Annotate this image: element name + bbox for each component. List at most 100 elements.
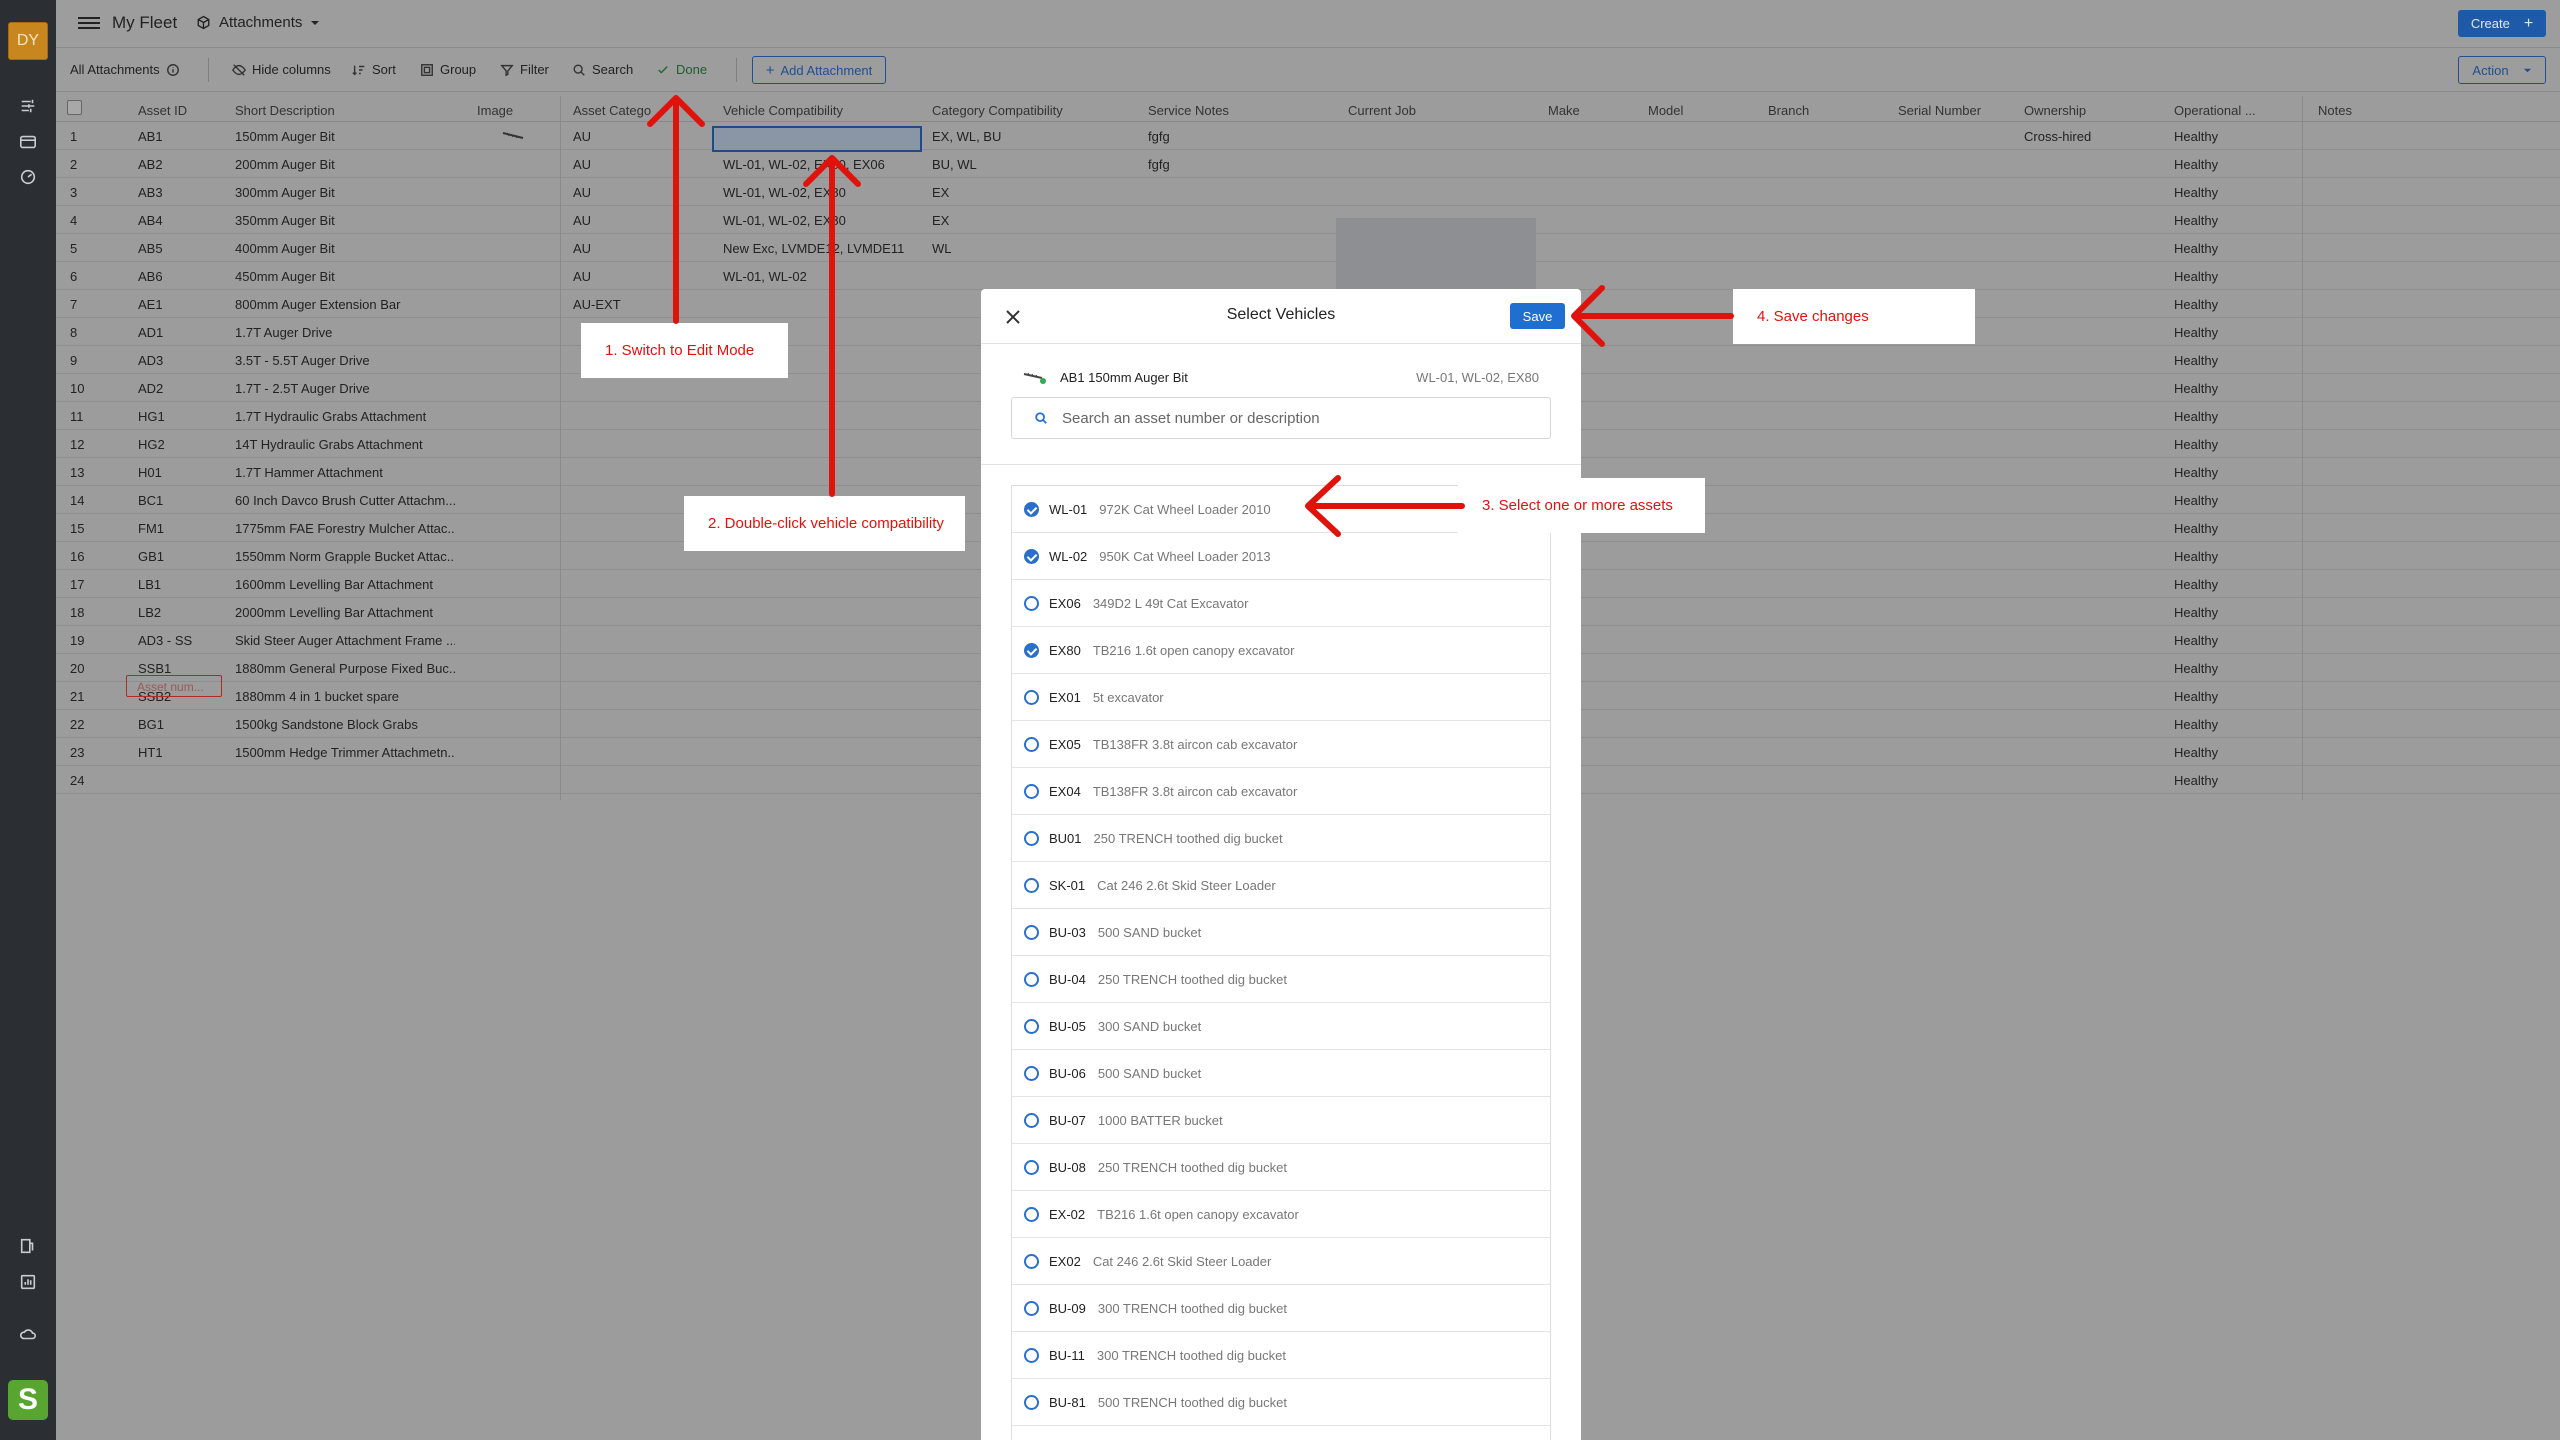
vehicle-list-item[interactable]: EX80 TB216 1.6t open canopy excavator	[1012, 627, 1550, 674]
asset-id-cell[interactable]: AD3 - SS	[138, 633, 192, 648]
vehicle-list-item[interactable]: BU-06 500 SAND bucket	[1012, 1050, 1550, 1097]
vehicle-list-item[interactable]: BU-04 250 TRENCH toothed dig bucket	[1012, 956, 1550, 1003]
asset-id-cell[interactable]: AB4	[138, 213, 163, 228]
auger-bit-thumbnail[interactable]	[502, 130, 526, 142]
gauge-icon[interactable]	[16, 165, 40, 189]
category-compatibility-cell[interactable]: EX, WL, BU	[932, 129, 1001, 144]
table-row[interactable]: 1AB1150mm Auger BitAUWL-01, WL-02, EX80E…	[56, 122, 2560, 150]
card-icon[interactable]	[16, 130, 40, 154]
category-compatibility-cell[interactable]: EX	[932, 185, 949, 200]
column-header[interactable]: Asset Catego	[573, 103, 653, 118]
operational-status-cell[interactable]: Healthy	[2174, 661, 2218, 676]
asset-id-cell[interactable]: AD1	[138, 325, 163, 340]
column-header[interactable]: Operational ...	[2174, 103, 2274, 118]
column-header[interactable]: Asset ID	[138, 103, 187, 118]
vehicle-list-item[interactable]: BU-09 300 TRENCH toothed dig bucket	[1012, 1285, 1550, 1332]
short-description-cell[interactable]: 1550mm Norm Grapple Bucket Attac...	[235, 549, 455, 564]
short-description-cell[interactable]: 400mm Auger Bit	[235, 241, 455, 256]
short-description-cell[interactable]: 1600mm Levelling Bar Attachment	[235, 577, 455, 592]
asset-id-cell[interactable]: HG2	[138, 437, 165, 452]
asset-id-cell[interactable]: BC1	[138, 493, 163, 508]
ownership-cell[interactable]: Cross-hired	[2024, 129, 2091, 144]
table-row[interactable]: 3 AB3 300mm Auger Bit AU WL-01, WL-02, EX80 E…	[56, 178, 2560, 206]
report-icon[interactable]	[16, 1270, 40, 1294]
operational-status-cell[interactable]: Healthy	[2174, 493, 2218, 508]
category-compatibility-cell[interactable]: WL	[932, 241, 952, 256]
column-header[interactable]: Make	[1548, 103, 1580, 118]
fleet-icon[interactable]	[16, 94, 40, 118]
operational-status-cell[interactable]: Healthy	[2174, 269, 2218, 284]
asset-id-cell[interactable]: AB1	[138, 129, 163, 144]
operational-status-cell[interactable]: Healthy	[2174, 185, 2218, 200]
operational-status-cell[interactable]: Healthy	[2174, 465, 2218, 480]
column-header[interactable]: Serial Number	[1898, 103, 1981, 118]
asset-id-cell[interactable]: LB1	[138, 577, 161, 592]
fuel-icon[interactable]	[16, 1234, 40, 1258]
radio-icon[interactable]	[1024, 1300, 1039, 1316]
asset-id-cell[interactable]: AB3	[138, 185, 163, 200]
vehicle-list-item[interactable]: BU-03 500 SAND bucket	[1012, 909, 1550, 956]
asset-id-cell[interactable]: LB2	[138, 605, 161, 620]
short-description-cell[interactable]: 350mm Auger Bit	[235, 213, 455, 228]
column-header[interactable]: Ownership	[2024, 103, 2086, 118]
operational-status-cell[interactable]: Healthy	[2174, 297, 2218, 312]
asset-id-cell[interactable]: H01	[138, 465, 162, 480]
new-asset-number-input[interactable]: Asset num...	[126, 675, 222, 697]
table-row[interactable]: 4 AB4 350mm Auger Bit AU WL-01, WL-02, EX80 E…	[56, 206, 2560, 234]
operational-status-cell[interactable]: Healthy	[2174, 577, 2218, 592]
radio-icon[interactable]	[1024, 783, 1039, 799]
radio-icon[interactable]	[1024, 877, 1039, 893]
operational-status-cell[interactable]: Healthy	[2174, 745, 2218, 760]
brand-logo[interactable]: S	[8, 1380, 48, 1420]
vehicle-compatibility-cell[interactable]: WL-01, WL-02, EX80, EX06	[723, 157, 919, 172]
column-header[interactable]: Short Description	[235, 103, 335, 118]
short-description-cell[interactable]: 3.5T - 5.5T Auger Drive	[235, 353, 455, 368]
asset-id-cell[interactable]: AB2	[138, 157, 163, 172]
column-header[interactable]: Model	[1648, 103, 1683, 118]
column-header[interactable]: Vehicle Compatibility	[723, 103, 843, 118]
radio-icon[interactable]	[1024, 1018, 1039, 1034]
vehicle-list-item[interactable]: SK-01 Cat 246 2.6t Skid Steer Loader	[1012, 862, 1550, 909]
radio-icon[interactable]	[1024, 1206, 1039, 1222]
operational-status-cell[interactable]: Healthy	[2174, 717, 2218, 732]
radio-icon[interactable]	[1024, 971, 1039, 987]
vehicle-list-item[interactable]: BU-11 300 TRENCH toothed dig bucket	[1012, 1332, 1550, 1379]
short-description-cell[interactable]: 150mm Auger Bit	[235, 129, 455, 144]
operational-status-cell[interactable]: Healthy	[2174, 325, 2218, 340]
menu-icon[interactable]	[78, 14, 100, 34]
short-description-cell[interactable]: 200mm Auger Bit	[235, 157, 455, 172]
group-button[interactable]: Group	[420, 62, 476, 77]
radio-icon[interactable]	[1024, 1065, 1039, 1081]
short-description-cell[interactable]: 1775mm FAE Forestry Mulcher Attac...	[235, 521, 455, 536]
asset-category-cell[interactable]: AU	[573, 185, 591, 200]
hide-columns-button[interactable]: Hide columns	[232, 62, 331, 77]
short-description-cell[interactable]: 1.7T Hammer Attachment	[235, 465, 455, 480]
radio-icon[interactable]	[1024, 1253, 1039, 1269]
asset-category-cell[interactable]: AU	[573, 129, 591, 144]
radio-icon[interactable]	[1024, 689, 1039, 705]
short-description-cell[interactable]: 1.7T - 2.5T Auger Drive	[235, 381, 455, 396]
cloud-icon[interactable]	[16, 1322, 40, 1346]
radio-icon[interactable]	[1024, 1394, 1039, 1410]
vehicle-list-item[interactable]: EX06 349D2 L 49t Cat Excavator	[1012, 580, 1550, 627]
vehicle-search[interactable]	[1011, 397, 1551, 439]
radio-icon[interactable]	[1024, 595, 1039, 611]
create-button[interactable]: Create +	[2458, 10, 2546, 37]
radio-icon[interactable]	[1024, 1112, 1039, 1128]
short-description-cell[interactable]: 800mm Auger Extension Bar	[235, 297, 455, 312]
column-header[interactable]: Notes	[2318, 103, 2352, 118]
sort-button[interactable]: Sort	[352, 62, 396, 77]
short-description-cell[interactable]: 450mm Auger Bit	[235, 269, 455, 284]
operational-status-cell[interactable]: Healthy	[2174, 213, 2218, 228]
operational-status-cell[interactable]: Healthy	[2174, 521, 2218, 536]
select-all-checkbox[interactable]	[67, 100, 82, 115]
vehicle-list-item[interactable]: EX04 TB138FR 3.8t aircon cab excavator	[1012, 768, 1550, 815]
vehicle-list-item[interactable]: BU01 250 TRENCH toothed dig bucket	[1012, 815, 1550, 862]
vehicle-list-item[interactable]: EX-02 TB216 1.6t open canopy excavator	[1012, 1191, 1550, 1238]
asset-category-cell[interactable]: AU	[573, 269, 591, 284]
operational-status-cell[interactable]: Healthy	[2174, 633, 2218, 648]
short-description-cell[interactable]: Skid Steer Auger Attachment Frame ...	[235, 633, 455, 648]
column-header[interactable]: Service Notes	[1148, 103, 1229, 118]
short-description-cell[interactable]: 1.7T Auger Drive	[235, 325, 455, 340]
asset-id-cell[interactable]: AB5	[138, 241, 163, 256]
